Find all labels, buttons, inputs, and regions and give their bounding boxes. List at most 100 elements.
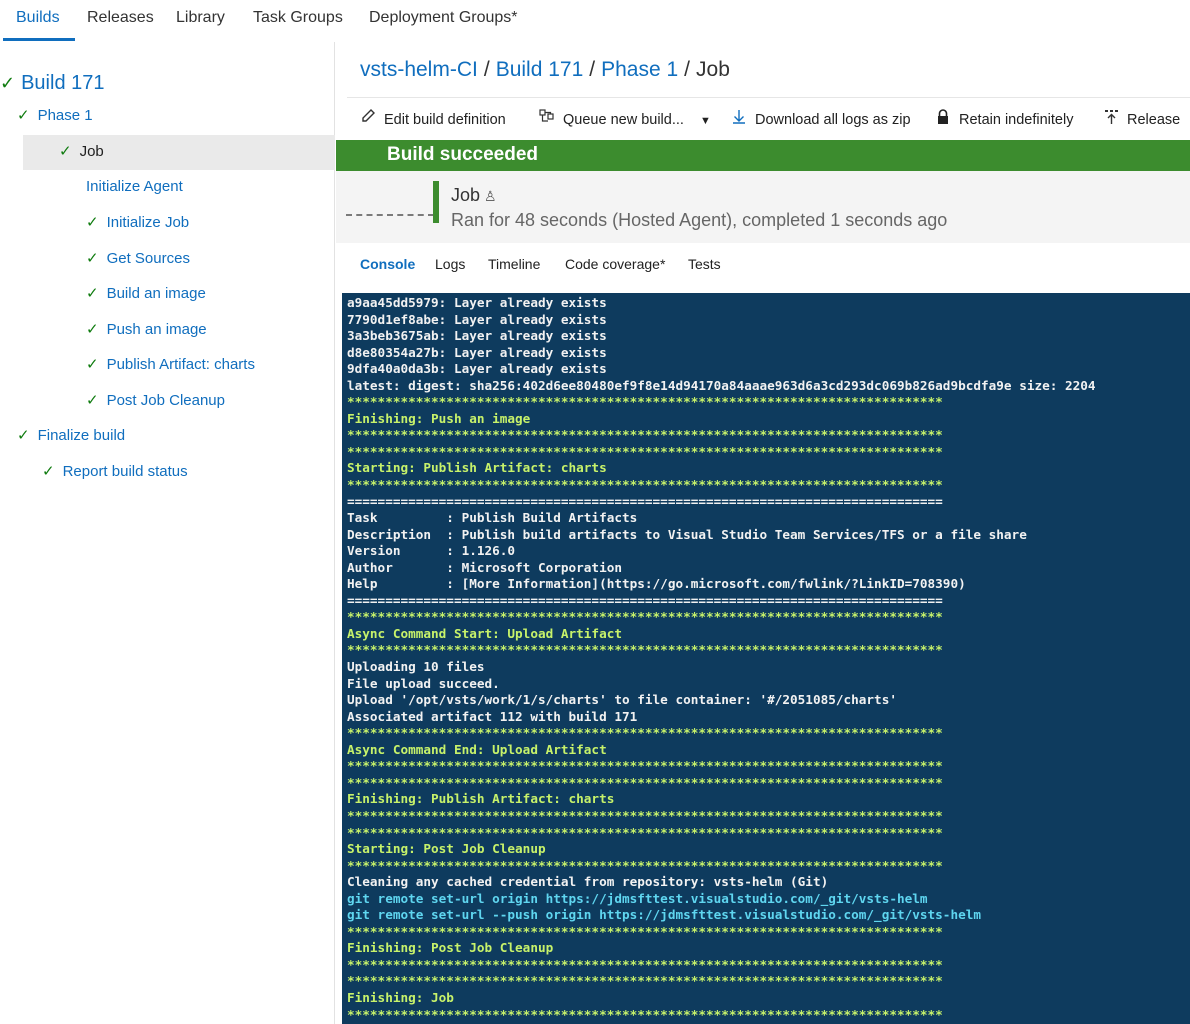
console-line: Finishing: Post Job Cleanup	[347, 940, 554, 956]
person-icon: ♙	[484, 188, 497, 204]
console-line: ****************************************…	[347, 642, 943, 658]
breadcrumb: vsts-helm-CI / Build 171/Phase 1/Job	[360, 58, 730, 82]
console-line: latest: digest: sha256:402d6ee80480ef9f8…	[347, 377, 1096, 393]
build-steps-panel: ✓ Build 171 ✓ Phase 1 ✓ Job Initialize Agen…	[0, 42, 335, 1024]
check-icon: ✓	[86, 250, 99, 267]
tab-console[interactable]: Console	[360, 256, 415, 272]
lock-icon	[935, 109, 952, 128]
tab-logs[interactable]: Logs	[435, 256, 465, 272]
tree-item-label: Finalize build	[37, 427, 126, 444]
queue-new-build-label: Queue new build...	[563, 112, 684, 128]
tab-releases[interactable]: Releases	[87, 9, 154, 27]
tree-item-label: Initialize Agent	[86, 178, 183, 195]
check-icon: ✓	[59, 143, 72, 160]
edit-build-definition-label: Edit build definition	[384, 112, 506, 128]
console-line: Async Command End: Upload Artifact	[347, 741, 607, 757]
tab-timeline[interactable]: Timeline	[488, 256, 540, 272]
tab-tests[interactable]: Tests	[688, 256, 721, 272]
console-line: ****************************************…	[347, 427, 943, 443]
tree-item-label: Job	[79, 143, 104, 160]
breadcrumb-separator: /	[684, 58, 691, 81]
check-icon: ✓	[86, 285, 99, 302]
console-line: Description : Publish build artifacts to…	[347, 526, 1027, 542]
console-line: Finishing: Push an image	[347, 410, 531, 426]
job-summary-card: Job ♙ Ran for 48 seconds (Hosted Agent), …	[336, 171, 1190, 243]
console-line: Help : [More Information](https://go.mic…	[347, 576, 966, 592]
check-icon: ✓	[17, 107, 30, 124]
check-icon: ✓	[42, 463, 55, 480]
console-line: ****************************************…	[347, 609, 943, 625]
edit-build-definition-button[interactable]: Edit build definition	[360, 109, 506, 128]
toolbar: Edit build definition Queue new build...…	[347, 97, 1190, 137]
console-line: ****************************************…	[347, 824, 943, 840]
console-line: ========================================…	[347, 493, 943, 509]
check-icon: ✓	[86, 214, 99, 231]
console-line: ****************************************…	[347, 477, 943, 493]
download-logs-label: Download all logs as zip	[755, 112, 911, 128]
retain-indefinitely-label: Retain indefinitely	[959, 112, 1074, 128]
console-line: ****************************************…	[347, 857, 943, 873]
tab-task-groups[interactable]: Task Groups	[253, 9, 343, 27]
tree-item-build[interactable]: ✓ Build 171	[0, 72, 105, 95]
console-line: git remote set-url --push origin https:/…	[347, 907, 981, 923]
tree-item-push-image[interactable]: ✓ Push an image	[86, 320, 207, 338]
tree-item-label: Push an image	[106, 321, 207, 338]
console-line: ****************************************…	[347, 973, 943, 989]
console-line: Starting: Publish Artifact: charts	[347, 460, 607, 476]
breadcrumb-definition[interactable]: vsts-helm-CI	[360, 58, 478, 81]
tree-item-finalize-build[interactable]: ✓ Finalize build	[17, 426, 125, 444]
console-line: ****************************************…	[347, 725, 943, 741]
retain-indefinitely-button[interactable]: Retain indefinitely	[935, 109, 1073, 128]
tree-item-label: Initialize Job	[106, 214, 190, 231]
tree-item-publish-artifact[interactable]: ✓ Publish Artifact: charts	[86, 355, 255, 373]
chevron-down-icon[interactable]: ▼	[700, 115, 711, 127]
console-line: 9dfa40a0da3b: Layer already exists	[347, 361, 607, 377]
job-title-text: Job	[451, 185, 481, 205]
queue-new-build-button[interactable]: Queue new build... ▼	[539, 109, 711, 128]
console-line: a9aa45dd5979: Layer already exists	[347, 295, 607, 310]
console-line: ****************************************…	[347, 1006, 943, 1022]
tree-item-phase[interactable]: ✓ Phase 1	[17, 106, 93, 124]
console-line: ========================================…	[347, 592, 943, 608]
check-icon: ✓	[0, 73, 16, 93]
console-line: Task : Publish Build Artifacts	[347, 510, 638, 526]
breadcrumb-current: Job	[696, 58, 730, 81]
console-line: ****************************************…	[347, 443, 943, 459]
breadcrumb-build[interactable]: Build 171	[496, 58, 584, 81]
tree-item-build-image[interactable]: ✓ Build an image	[86, 284, 206, 302]
release-button[interactable]: Release	[1103, 109, 1180, 128]
timeline-connector	[346, 214, 434, 216]
console-line: Finishing: Publish Artifact: charts	[347, 791, 615, 807]
active-tab-indicator	[3, 38, 75, 41]
tree-item-label: Build an image	[106, 285, 206, 302]
tree-item-label: Publish Artifact: charts	[106, 356, 255, 373]
console-line: ****************************************…	[347, 956, 943, 972]
tree-item-initialize-agent[interactable]: Initialize Agent	[86, 178, 183, 195]
tree-item-report-build-status[interactable]: ✓ Report build status	[42, 462, 188, 480]
tree-item-post-job-cleanup[interactable]: ✓ Post Job Cleanup	[86, 391, 225, 409]
tab-deployment-groups[interactable]: Deployment Groups*	[369, 9, 518, 27]
console-line: File upload succeed.	[347, 675, 500, 691]
pencil-icon	[360, 109, 377, 128]
tab-builds[interactable]: Builds	[16, 9, 60, 27]
tree-item-label: Get Sources	[106, 250, 190, 267]
tree-item-get-sources[interactable]: ✓ Get Sources	[86, 249, 190, 267]
breadcrumb-phase[interactable]: Phase 1	[601, 58, 678, 81]
tree-item-initialize-job[interactable]: ✓ Initialize Job	[86, 213, 189, 231]
console-line: Starting: Post Job Cleanup	[347, 841, 546, 857]
job-summary-text: Ran for 48 seconds (Hosted Agent), compl…	[451, 210, 948, 230]
download-logs-button[interactable]: Download all logs as zip	[731, 109, 911, 128]
console-line: git remote set-url origin https://jdmsft…	[347, 890, 928, 906]
tab-code-coverage[interactable]: Code coverage*	[565, 256, 665, 272]
console-output[interactable]: a9aa45dd5979: Layer already exists 7790d1…	[342, 293, 1190, 1024]
build-status-text: Build succeeded	[387, 144, 538, 165]
top-navigation: Builds Releases Library Task Groups Depl…	[0, 0, 1190, 42]
log-view-tabs: Console Logs Timeline Code coverage* Tes…	[336, 243, 1190, 293]
console-line: Cleaning any cached credential from repo…	[347, 874, 829, 890]
tab-library[interactable]: Library	[176, 9, 225, 27]
console-line: Finishing: Job	[347, 989, 454, 1005]
console-line: Associated artifact 112 with build 171	[347, 708, 638, 724]
console-line: Version : 1.126.0	[347, 543, 516, 559]
tree-item-job[interactable]: ✓ Job	[23, 135, 335, 170]
tree-item-label: Build 171	[21, 72, 105, 94]
